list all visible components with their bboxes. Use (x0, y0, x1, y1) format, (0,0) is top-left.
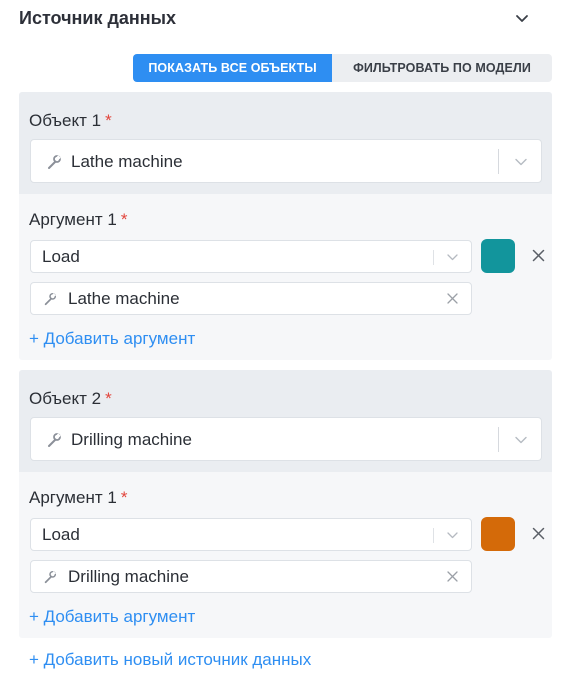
object-section: Объект 2 * Drilling machine (19, 370, 552, 472)
add-argument-link[interactable]: + Добавить аргумент (29, 607, 195, 627)
argument-color-swatch[interactable] (481, 517, 515, 551)
wrench-icon (44, 570, 57, 584)
required-mark: * (120, 488, 128, 507)
required-mark: * (105, 389, 112, 408)
chevron-down-icon[interactable] (515, 14, 529, 24)
chevron-down-icon[interactable] (515, 436, 527, 444)
argument-label: Аргумент 1 * (29, 210, 128, 229)
chevron-down-icon[interactable] (515, 158, 527, 166)
argument-select[interactable]: Load (30, 240, 472, 273)
wrench-icon (44, 292, 57, 306)
argument-label: Аргумент 1 * (29, 488, 128, 507)
chevron-down-icon[interactable] (447, 254, 458, 261)
object-card-1: Объект 1 * Lathe machine Аргумент 1 * Load (19, 92, 552, 360)
object-select-value: Lathe machine (71, 152, 183, 171)
filter-by-model-button[interactable]: ФИЛЬТРОВАТЬ ПО МОДЕЛИ (332, 54, 552, 82)
add-data-source-link[interactable]: + Добавить новый источник данных (29, 650, 311, 670)
object-select[interactable]: Lathe machine (30, 139, 542, 183)
section-header: Источник данных (19, 0, 539, 38)
argument-color-swatch[interactable] (481, 239, 515, 273)
close-icon[interactable] (532, 527, 545, 540)
select-divider (498, 149, 499, 174)
add-argument-link[interactable]: + Добавить аргумент (29, 329, 195, 349)
argument-section: Аргумент 1 * Load Drilling machine + Доба… (19, 472, 552, 638)
close-icon[interactable] (532, 249, 545, 262)
select-divider (433, 528, 434, 543)
wrench-icon (48, 433, 61, 447)
argument-select-value: Load (42, 247, 80, 266)
clear-icon[interactable] (447, 571, 458, 582)
argument-object-value: Lathe machine (68, 289, 180, 308)
argument-select-value: Load (42, 525, 80, 544)
object-card-2: Объект 2 * Drilling machine Аргумент 1 * L… (19, 370, 552, 638)
chevron-down-icon[interactable] (447, 532, 458, 539)
select-divider (433, 250, 434, 265)
argument-object-field[interactable]: Lathe machine (30, 282, 472, 315)
argument-section: Аргумент 1 * Load Lathe machine + Добавит… (19, 194, 552, 360)
select-divider (498, 427, 499, 452)
object-mode-switch: ПОКАЗАТЬ ВСЕ ОБЪЕКТЫ ФИЛЬТРОВАТЬ ПО МОДЕ… (133, 54, 552, 82)
show-all-objects-button[interactable]: ПОКАЗАТЬ ВСЕ ОБЪЕКТЫ (133, 54, 332, 82)
object-select[interactable]: Drilling machine (30, 417, 542, 461)
object-section: Объект 1 * Lathe machine (19, 92, 552, 194)
required-mark: * (105, 111, 112, 130)
section-title: Источник данных (19, 8, 177, 28)
object-label: Объект 2 * (29, 389, 112, 408)
argument-object-field[interactable]: Drilling machine (30, 560, 472, 593)
argument-object-value: Drilling machine (68, 567, 189, 586)
clear-icon[interactable] (447, 293, 458, 304)
argument-select[interactable]: Load (30, 518, 472, 551)
object-label: Объект 1 * (29, 111, 112, 130)
required-mark: * (120, 210, 128, 229)
wrench-icon (48, 155, 61, 169)
object-select-value: Drilling machine (71, 430, 192, 449)
